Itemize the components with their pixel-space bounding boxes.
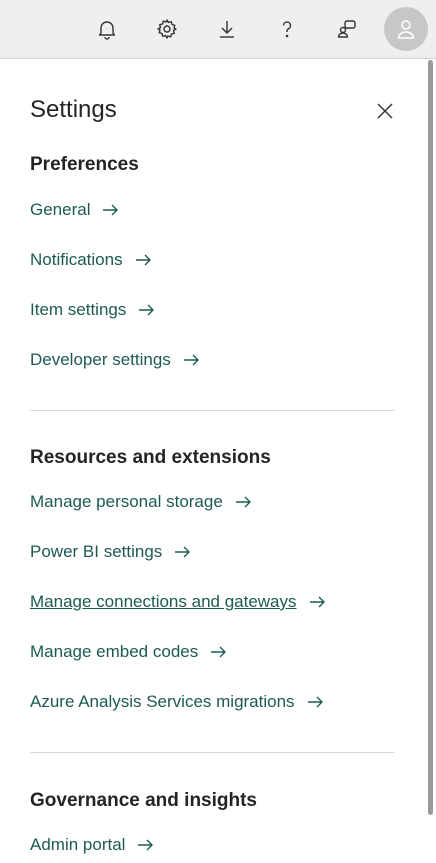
link-general[interactable]: General [30, 199, 119, 221]
link-label: Developer settings [30, 350, 171, 369]
arrow-right-icon [135, 254, 151, 266]
link-label: Item settings [30, 300, 127, 319]
link-manage-embed-codes[interactable]: Manage embed codes [30, 641, 227, 663]
link-label: Azure Analysis Services migrations [30, 692, 295, 711]
link-label: Admin portal [30, 835, 126, 854]
section-heading-preferences: Preferences [30, 154, 139, 175]
section-heading-resources: Resources and extensions [30, 447, 271, 468]
section-divider [30, 752, 395, 753]
panel-title: Settings [30, 96, 117, 123]
arrow-right-icon [137, 839, 154, 851]
link-label: Power BI settings [30, 542, 163, 561]
link-label: General [30, 200, 91, 219]
link-label: Notifications [30, 250, 123, 269]
link-label: Manage personal storage [30, 492, 223, 511]
arrow-right-icon [183, 354, 199, 366]
link-azure-analysis-services-migrations[interactable]: Azure Analysis Services migrations [30, 691, 323, 713]
link-admin-portal[interactable]: Admin portal [30, 834, 154, 856]
gear-icon[interactable] [151, 13, 183, 45]
download-icon[interactable] [211, 13, 243, 45]
link-label: Manage embed codes [30, 642, 199, 661]
scrollbar[interactable] [428, 60, 433, 815]
help-icon[interactable] [271, 13, 303, 45]
bell-icon[interactable] [91, 13, 123, 45]
feedback-icon[interactable] [331, 13, 363, 45]
arrow-right-icon [174, 546, 191, 558]
link-manage-connections-gateways[interactable]: Manage connections and gateways [30, 591, 325, 613]
top-bar [0, 0, 436, 59]
arrow-right-icon [235, 496, 251, 508]
link-power-bi-settings[interactable]: Power BI settings [30, 541, 191, 563]
link-notifications[interactable]: Notifications [30, 249, 151, 271]
link-developer-settings[interactable]: Developer settings [30, 349, 199, 371]
arrow-right-icon [307, 696, 323, 708]
section-divider [30, 410, 395, 411]
arrow-right-icon [210, 646, 227, 658]
arrow-right-icon [102, 204, 119, 216]
link-manage-personal-storage[interactable]: Manage personal storage [30, 491, 251, 513]
arrow-right-icon [309, 596, 325, 608]
link-item-settings[interactable]: Item settings [30, 299, 155, 321]
section-heading-governance: Governance and insights [30, 790, 257, 811]
close-icon[interactable] [373, 99, 397, 123]
link-label: Manage connections and gateways [30, 592, 297, 611]
arrow-right-icon [138, 304, 155, 316]
avatar-icon[interactable] [384, 7, 428, 51]
